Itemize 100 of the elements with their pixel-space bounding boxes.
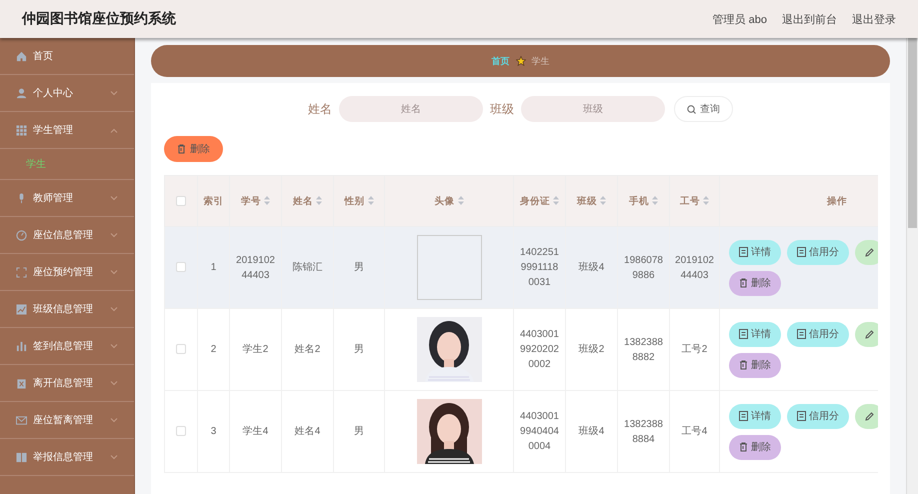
- star-icon: [516, 56, 526, 66]
- field-label: 姓名: [308, 100, 332, 118]
- row-checkbox[interactable]: [176, 344, 186, 354]
- detail-button[interactable]: 详情: [729, 240, 781, 264]
- menu-label: 座位暂离管理: [33, 414, 94, 427]
- edit-button[interactable]: [855, 322, 878, 346]
- sort-icon[interactable]: [652, 196, 658, 206]
- menu-item[interactable]: 教师管理: [0, 180, 134, 217]
- sort-icon[interactable]: [458, 196, 464, 206]
- menu-label: 座位预约管理: [33, 266, 94, 279]
- menu-item[interactable]: 个人中心: [0, 75, 134, 112]
- trash-icon: [739, 442, 748, 452]
- breadcrumb-link[interactable]: 首页: [492, 54, 510, 68]
- table-cell: 男: [334, 390, 384, 472]
- sort-icon[interactable]: [553, 196, 559, 206]
- document-icon: [797, 329, 806, 339]
- submenu-item[interactable]: 学生: [0, 149, 134, 180]
- menu-label: 教师管理: [33, 192, 74, 205]
- delete-button[interactable]: 删除: [729, 270, 781, 296]
- sort-icon[interactable]: [368, 196, 374, 206]
- menu-label: 首页: [33, 50, 54, 63]
- column-header[interactable]: 性别: [334, 176, 384, 226]
- menu-label: 学生管理: [33, 124, 74, 137]
- chart-icon: [16, 304, 27, 314]
- sort-icon[interactable]: [316, 196, 322, 206]
- pencil-icon: [865, 330, 874, 338]
- search-button[interactable]: 查询: [674, 96, 733, 122]
- menu-item[interactable]: 座位信息管理: [0, 217, 134, 254]
- breadcrumb-link[interactable]: 学生: [532, 54, 550, 68]
- detail-button[interactable]: 详情: [729, 404, 781, 428]
- column-header[interactable]: 班级: [566, 176, 618, 226]
- trash-icon: [739, 278, 748, 288]
- document-icon: [797, 411, 806, 421]
- table-cell: 工号4: [670, 390, 720, 472]
- credit-button[interactable]: 信用分: [787, 404, 849, 428]
- search-field[interactable]: 姓名: [339, 96, 483, 122]
- person-icon: [16, 88, 27, 98]
- scrollbar[interactable]: [906, 38, 918, 494]
- table-cell: 13823888884: [618, 390, 670, 472]
- document-icon: [739, 329, 748, 339]
- credit-button[interactable]: 信用分: [787, 322, 849, 346]
- menu-item[interactable]: 举报信息管理: [0, 439, 134, 476]
- column-header: 索引: [198, 176, 230, 226]
- table-cell: 3: [198, 390, 230, 472]
- column-header[interactable]: 手机: [618, 176, 670, 226]
- document-icon: [739, 411, 748, 421]
- row-checkbox[interactable]: [176, 262, 186, 272]
- menu-item[interactable]: 离开信息管理: [0, 365, 134, 402]
- header-link[interactable]: 管理员 abo: [712, 12, 767, 26]
- delete-button[interactable]: 删除: [729, 434, 781, 460]
- sort-icon[interactable]: [264, 196, 270, 206]
- menu-item[interactable]: 座位预约管理: [0, 254, 134, 291]
- search-icon: [687, 104, 696, 114]
- sort-icon[interactable]: [600, 196, 606, 206]
- menu-item[interactable]: 首页: [0, 38, 134, 75]
- menu-label: 签到信息管理: [33, 340, 94, 353]
- credit-button[interactable]: 信用分: [787, 240, 849, 264]
- menu-label: 离开信息管理: [33, 376, 94, 390]
- book-icon: [16, 452, 27, 462]
- row-checkbox[interactable]: [176, 426, 186, 436]
- app-title: 仲园图书馆座位预约系统: [22, 10, 177, 28]
- column-header[interactable]: 工号: [670, 176, 720, 226]
- pencil-icon: [865, 412, 874, 420]
- menu-item[interactable]: 学生管理: [0, 112, 134, 149]
- document-icon: [797, 247, 806, 257]
- menu-label: 个人中心: [33, 86, 74, 100]
- search-field[interactable]: 班级: [521, 96, 665, 122]
- header-link[interactable]: 退出登录: [852, 12, 896, 26]
- edit-button[interactable]: [855, 240, 878, 264]
- sort-icon[interactable]: [703, 196, 709, 206]
- delete-button[interactable]: 删除: [729, 352, 781, 378]
- delete-button[interactable]: 删除: [164, 136, 223, 162]
- column-header[interactable]: 姓名: [282, 176, 334, 226]
- menu-label: 举报信息管理: [33, 450, 94, 464]
- table-row[interactable]: 2 学生2 姓名2 男 440300199202020002 班级2 13823888882 工号2 详情 信用分 删除: [164, 308, 878, 390]
- edit-button[interactable]: [855, 404, 878, 428]
- column-header[interactable]: 头像: [384, 176, 514, 226]
- home-icon: [16, 50, 27, 62]
- table-row[interactable]: 1 201910244403 陈锦汇 男 140225199911180031 班级4 19860789886 201910244403 详情 信用分 删除: [164, 226, 878, 308]
- trash-icon: [177, 144, 186, 154]
- menu-label: 座位信息管理: [33, 228, 94, 242]
- trash-icon: [739, 360, 748, 370]
- mail-icon: [16, 414, 27, 426]
- table-cell: 学生4: [230, 390, 282, 472]
- table-cell: 班级4: [566, 390, 618, 472]
- pencil-icon: [865, 248, 874, 256]
- select-all-checkbox[interactable]: [176, 196, 186, 206]
- detail-button[interactable]: 详情: [729, 322, 781, 346]
- table-cell: 姓名4: [282, 390, 334, 472]
- bar-chart-icon: [16, 340, 27, 352]
- table-row[interactable]: 3 学生4 姓名4 男 440300199404040004 班级4 13823888884 工号4 详情 信用分 删除: [164, 390, 878, 472]
- scrollbar-thumb[interactable]: [908, 38, 917, 228]
- menu-item[interactable]: 座位暂离管理: [0, 402, 134, 439]
- column-header[interactable]: 学号: [230, 176, 282, 226]
- header-link[interactable]: 退出到前台: [782, 12, 837, 26]
- document-icon: [739, 247, 748, 257]
- column-header: 操作: [720, 176, 878, 226]
- column-header[interactable]: 身份证: [514, 176, 566, 226]
- menu-item[interactable]: 班级信息管理: [0, 291, 134, 328]
- menu-item[interactable]: 签到信息管理: [0, 328, 134, 365]
